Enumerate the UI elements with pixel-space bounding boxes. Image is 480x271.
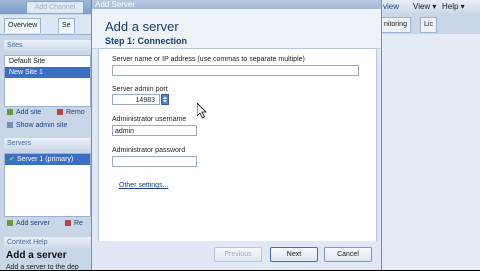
stepper-arrows-icon — [163, 96, 167, 103]
view-menu[interactable]: View ▾ — [413, 2, 436, 11]
view-menu-label: View — [413, 2, 431, 11]
add-site-icon — [7, 109, 13, 115]
right-menu-bar: view View ▾ Help ▾ — [380, 0, 480, 14]
context-help-header: Context Help — [4, 237, 93, 248]
add-server-label: Add server — [16, 219, 50, 227]
add-site-label: Add site — [16, 108, 42, 116]
help-menu[interactable]: Help ▾ — [442, 2, 465, 11]
help-menu-label: Help — [442, 2, 459, 11]
cancel-button[interactable]: Cancel — [324, 247, 372, 262]
server-name-input[interactable] — [112, 65, 359, 76]
remove-site-link[interactable]: Remo — [56, 108, 85, 116]
context-help-title: Add a server — [6, 250, 67, 261]
tab-overview-label: Overview — [8, 22, 38, 29]
tab-settings-label: Se — [62, 22, 71, 29]
server-item-label: Server 1 (primary) — [16, 156, 74, 163]
admin-port-input[interactable]: 14983 — [112, 94, 160, 105]
remove-server-link[interactable]: Re — [64, 219, 83, 227]
other-settings-link[interactable]: Other settings... — [119, 182, 168, 189]
dialog-heading: Add a server — [105, 19, 179, 34]
dialog-footer: Previous Next Cancel — [92, 241, 381, 270]
admin-username-label: Administrator username — [112, 116, 187, 123]
remove-site-icon — [57, 109, 63, 115]
admin-password-input[interactable] — [112, 156, 197, 167]
tab-settings[interactable]: Se — [58, 18, 75, 33]
right-tab-strip: nitoring Lic — [380, 17, 480, 33]
admin-port-label: Server admin port — [112, 86, 168, 93]
server-status-check-icon: ✔ — [9, 156, 15, 163]
dialog-title: Add Server — [95, 0, 136, 9]
servers-list: ✔ Server 1 (primary) — [4, 153, 91, 217]
server-name-label: Server name or IP address (use commas to… — [112, 56, 305, 63]
add-server-icon — [7, 220, 13, 226]
tab-license-label: Lic — [424, 21, 433, 28]
dialog-step-title: Step 1: Connection — [105, 36, 188, 46]
add-server-dialog: Add Server Add a server Step 1: Connecti… — [91, 0, 382, 270]
add-server-link[interactable]: Add server — [6, 219, 50, 227]
tab-overview[interactable]: Overview — [4, 18, 42, 33]
show-admin-site-label: Show admin site — [16, 121, 68, 129]
site-item-new-site-1[interactable]: New Site 1 — [5, 67, 90, 78]
servers-panel-header: Servers — [4, 138, 93, 149]
tab-monitoring[interactable]: nitoring — [380, 17, 411, 33]
admin-password-label: Administrator password — [112, 147, 186, 154]
sites-list: Default Site New Site 1 — [4, 55, 91, 107]
tab-monitoring-label: nitoring — [384, 21, 407, 28]
dialog-titlebar[interactable]: Add Server — [92, 0, 381, 9]
review-link[interactable]: view — [383, 2, 399, 11]
sites-panel-header: Sites — [4, 40, 93, 51]
site-item-default[interactable]: Default Site — [5, 56, 90, 67]
mouse-pointer-icon — [197, 103, 207, 119]
remove-server-label: Re — [74, 219, 83, 227]
remove-site-label: Remo — [66, 108, 85, 116]
dialog-form: Server name or IP address (use commas to… — [98, 48, 377, 243]
server-item-primary[interactable]: ✔ Server 1 (primary) — [5, 154, 90, 165]
previous-button[interactable]: Previous — [214, 247, 262, 262]
admin-site-icon — [7, 122, 13, 128]
admin-port-stepper[interactable] — [161, 94, 169, 105]
tab-license[interactable]: Lic — [420, 17, 437, 33]
show-admin-site-link[interactable]: Show admin site — [6, 121, 67, 129]
remove-server-icon — [65, 220, 71, 226]
main-tab-strip: Overview Se — [0, 15, 92, 35]
dialog-header: Add a server Step 1: Connection — [92, 9, 381, 49]
right-content-area — [380, 34, 480, 270]
add-channel-button[interactable]: Add Channel — [26, 1, 84, 14]
admin-username-input[interactable]: admin — [112, 125, 197, 136]
add-site-link[interactable]: Add site — [6, 108, 41, 116]
next-button[interactable]: Next — [270, 247, 318, 262]
